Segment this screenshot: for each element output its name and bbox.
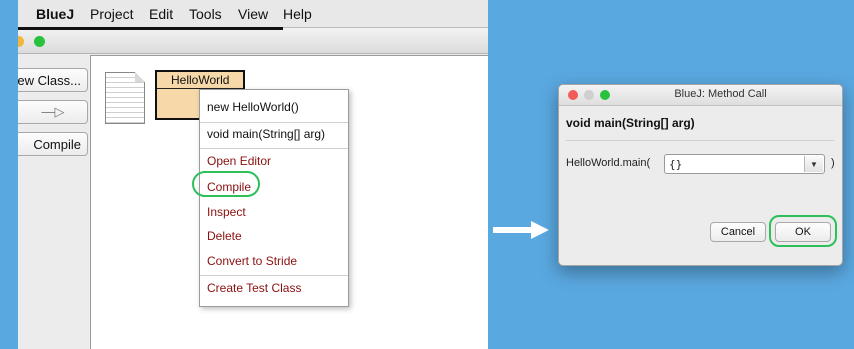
ok-highlight-ring: [769, 215, 837, 247]
menu-edit[interactable]: Edit: [149, 6, 173, 22]
menu-separator: [200, 275, 348, 276]
class-name-band: HelloWorld: [157, 72, 243, 89]
argument-combo-box[interactable]: ▼: [664, 154, 825, 174]
menu-item-inspect[interactable]: Inspect: [200, 201, 348, 223]
menu-tools[interactable]: Tools: [189, 6, 222, 22]
method-signature: void main(String[] arg): [566, 116, 695, 130]
class-context-menu: new HelloWorld() void main(String[] arg)…: [199, 89, 349, 307]
menu-separator: [200, 148, 348, 149]
tool-panel: ew Class... —▷ Compile: [18, 54, 90, 349]
menu-bar: : BlueJ Project Edit Tools View Help: [18, 0, 488, 28]
class-diagram-canvas[interactable]: HelloWorld new HelloWorld() void main(St…: [90, 55, 488, 349]
call-prefix-label: HelloWorld.main(: [566, 157, 651, 169]
new-arrow-button[interactable]: —▷: [18, 100, 88, 124]
menu-item-create-test-class[interactable]: Create Test Class: [200, 277, 348, 299]
method-call-dialog: BlueJ: Method Call void main(String[] ar…: [558, 84, 843, 266]
bluej-main-window: : BlueJ Project Edit Tools View Help ew …: [18, 0, 488, 349]
chevron-down-icon[interactable]: ▼: [804, 156, 823, 172]
page-fold-corner: [135, 72, 145, 82]
new-class-button[interactable]: ew Class...: [18, 68, 88, 92]
menu-item-new-instance[interactable]: new HelloWorld(): [200, 96, 348, 118]
compile-button[interactable]: Compile: [18, 132, 88, 156]
cancel-button[interactable]: Cancel: [710, 222, 766, 242]
window-title-bar: [18, 28, 488, 54]
menu-item-convert-to-stride[interactable]: Convert to Stride: [200, 250, 348, 272]
argument-input[interactable]: [669, 156, 801, 172]
menu-underline: [18, 27, 283, 30]
menu-project[interactable]: Project: [90, 6, 134, 22]
class-name-label: HelloWorld: [171, 73, 230, 87]
dialog-divider: [566, 140, 834, 141]
menu-item-void-main[interactable]: void main(String[] arg): [200, 123, 348, 145]
menu-view[interactable]: View: [238, 6, 268, 22]
zoom-window-button[interactable]: [34, 36, 45, 47]
readme-file-icon[interactable]: [105, 72, 145, 124]
call-suffix-label: ): [831, 157, 835, 169]
dialog-title-bar: BlueJ: Method Call: [559, 85, 842, 106]
menu-item-open-editor[interactable]: Open Editor: [200, 150, 348, 172]
compile-highlight-ring: [192, 171, 260, 197]
right-arrow-icon: [493, 221, 549, 239]
dialog-title: BlueJ: Method Call: [674, 88, 767, 100]
menu-bluej[interactable]: BlueJ: [36, 6, 74, 22]
menu-help[interactable]: Help: [283, 6, 312, 22]
menu-item-delete[interactable]: Delete: [200, 225, 348, 247]
